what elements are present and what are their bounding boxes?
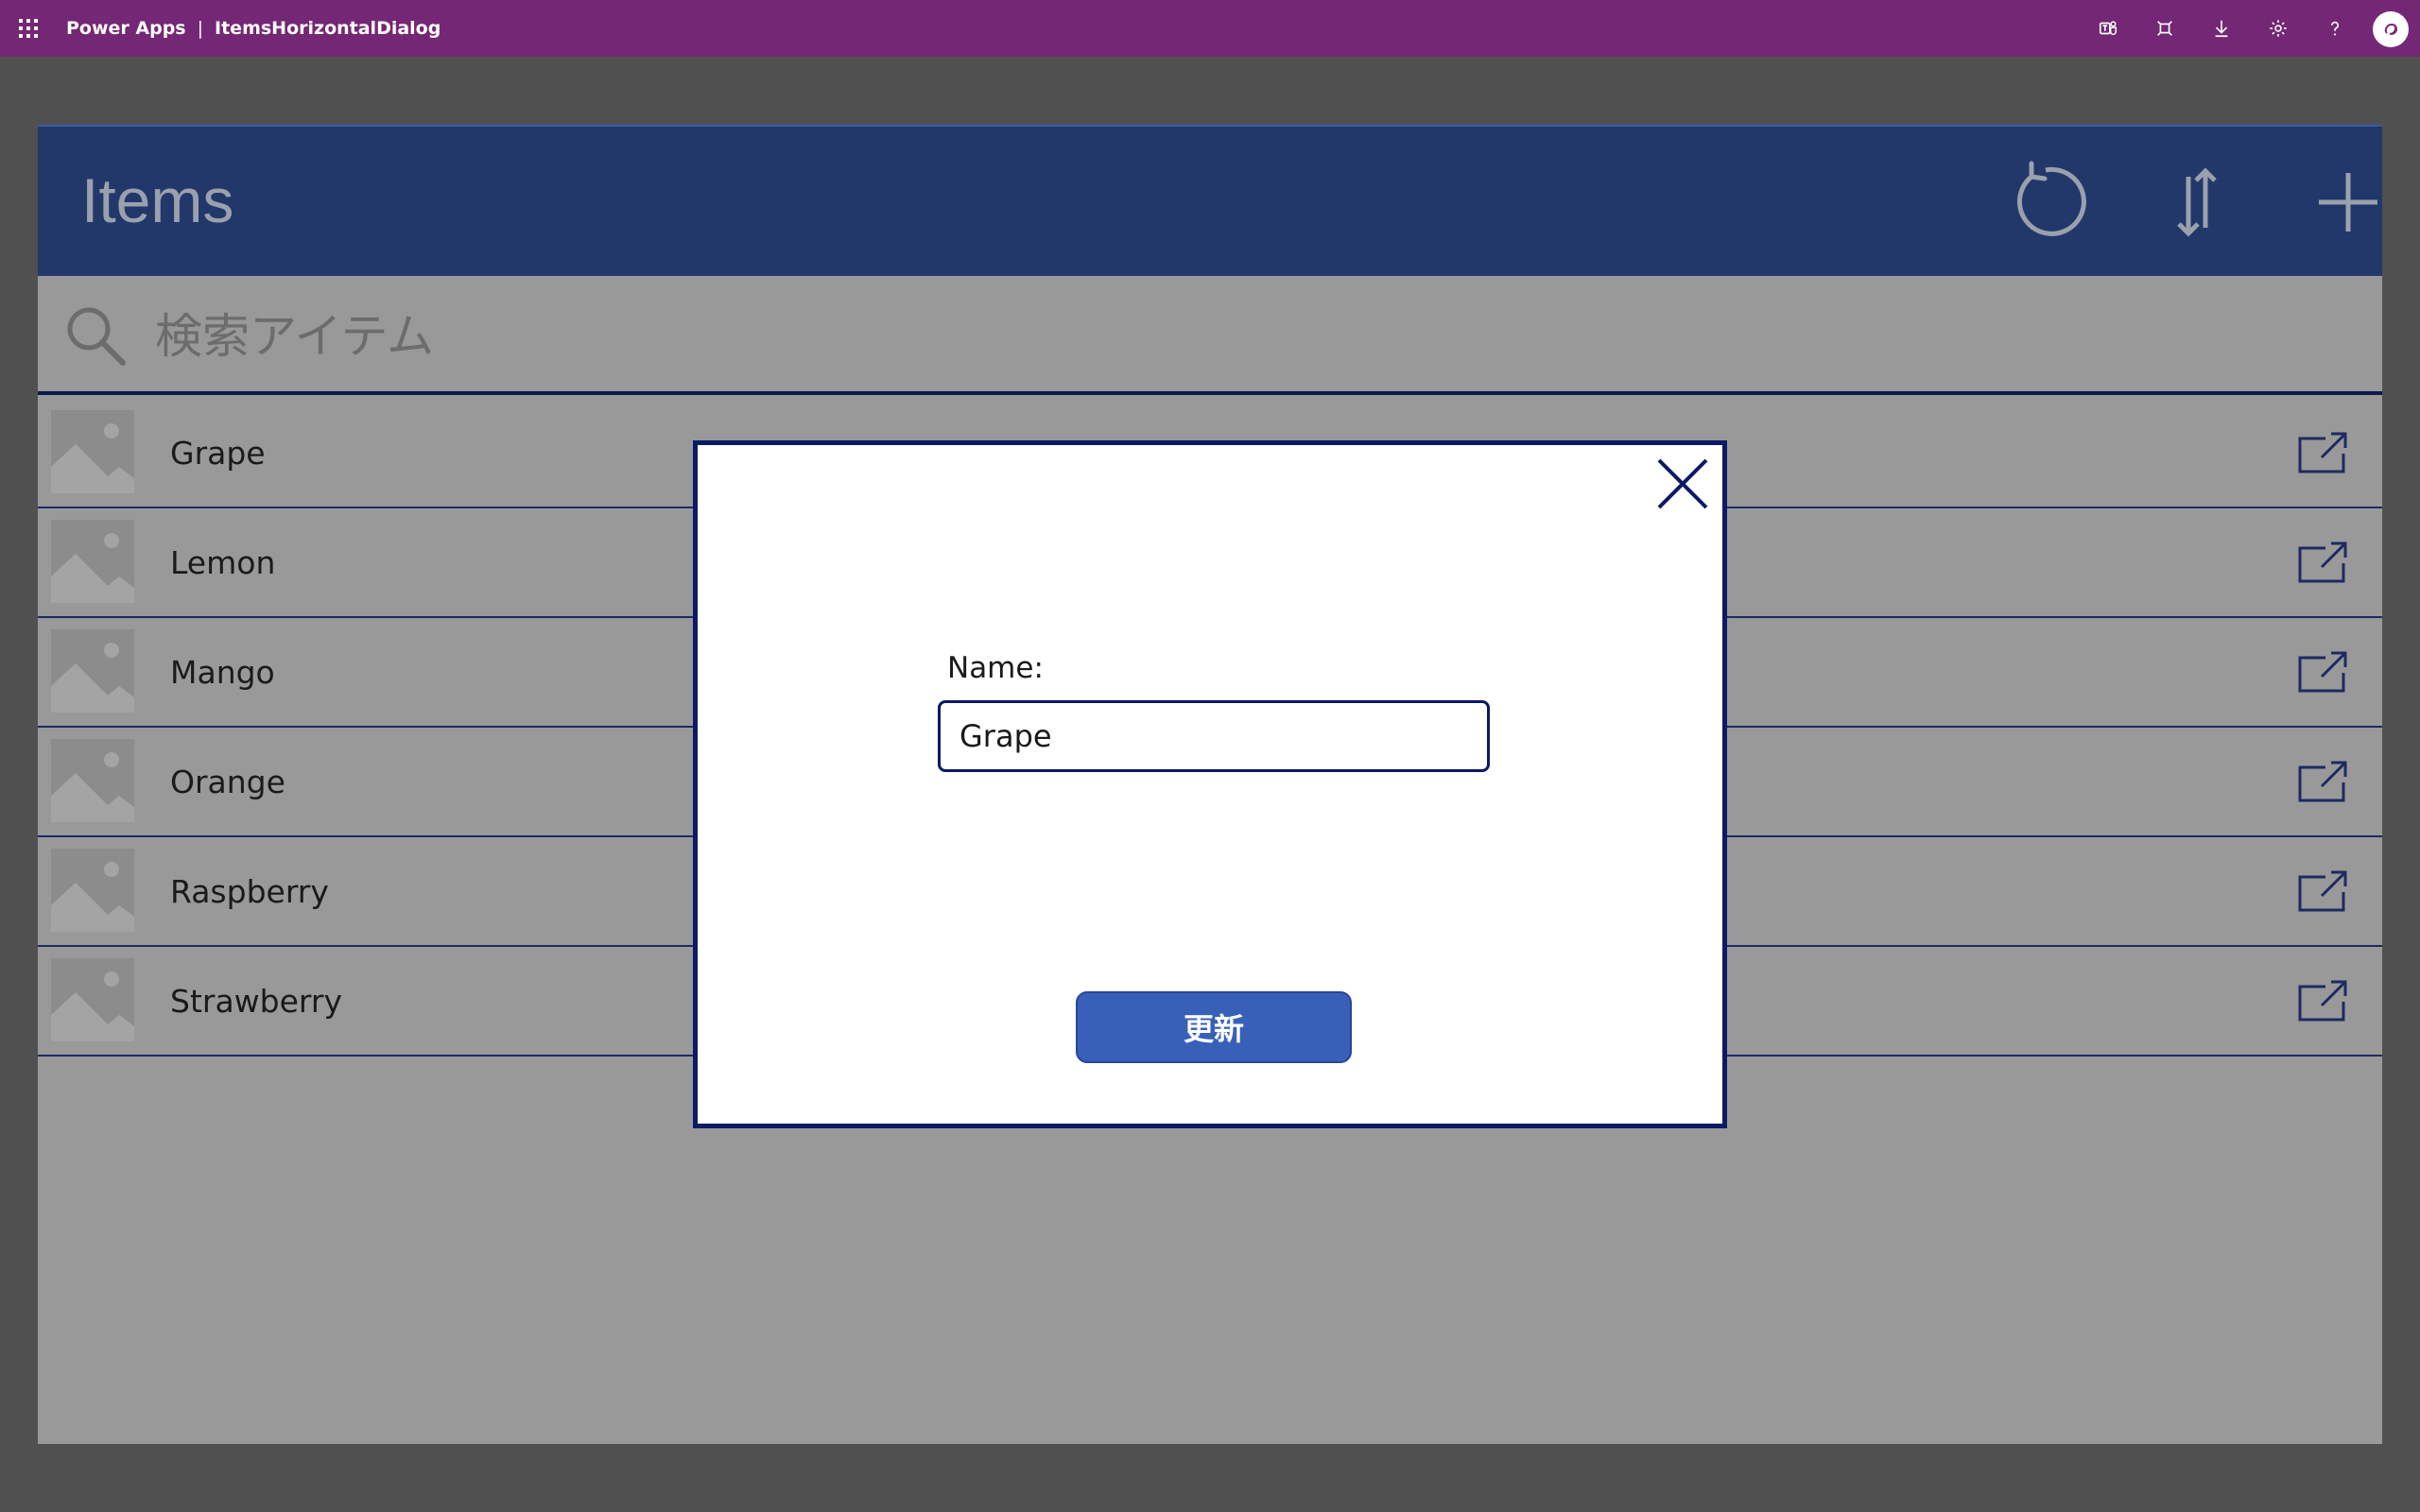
item-name: Mango [170, 653, 275, 691]
search-input[interactable] [155, 297, 2329, 376]
image-placeholder-icon [51, 629, 134, 713]
document-name: ItemsHorizontalDialog [215, 18, 441, 39]
items-header: Items [38, 125, 2382, 276]
open-item-icon[interactable] [2297, 869, 2348, 913]
sort-icon[interactable] [2152, 157, 2242, 248]
open-item-icon[interactable] [2297, 650, 2348, 694]
add-icon[interactable] [2303, 157, 2382, 248]
item-name: Orange [170, 763, 285, 800]
teams-icon[interactable] [2095, 15, 2121, 42]
suite-bar: Power Apps | ItemsHorizontalDialog [0, 0, 2420, 57]
refresh-icon[interactable] [2000, 157, 2091, 248]
download-icon[interactable] [2208, 15, 2235, 42]
app-title: Power Apps | ItemsHorizontalDialog [66, 0, 441, 57]
title-separator: | [197, 18, 204, 39]
item-name: Raspberry [170, 872, 329, 910]
close-icon[interactable] [1655, 456, 1710, 511]
help-icon[interactable] [2322, 15, 2348, 42]
edit-dialog: Name: 更新 [693, 440, 1727, 1128]
copilot-avatar-icon[interactable] [2373, 11, 2409, 47]
image-placeholder-icon [51, 958, 134, 1041]
image-placeholder-icon [51, 520, 134, 603]
update-button[interactable]: 更新 [1076, 991, 1352, 1063]
page-title: Items [81, 165, 234, 235]
app-name[interactable]: Power Apps [66, 18, 186, 39]
item-name: Strawberry [170, 982, 342, 1020]
search-icon [62, 302, 130, 370]
settings-icon[interactable] [2265, 15, 2291, 42]
item-name: Grape [170, 434, 266, 472]
fit-screen-icon[interactable] [2152, 15, 2178, 42]
open-item-icon[interactable] [2297, 431, 2348, 474]
waffle-icon[interactable] [17, 17, 40, 40]
search-bar [38, 276, 2382, 395]
image-placeholder-icon [51, 849, 134, 932]
image-placeholder-icon [51, 410, 134, 493]
open-item-icon[interactable] [2297, 979, 2348, 1022]
open-item-icon[interactable] [2297, 760, 2348, 803]
item-name: Lemon [170, 543, 276, 581]
name-label: Name: [947, 651, 1044, 685]
open-item-icon[interactable] [2297, 541, 2348, 584]
image-placeholder-icon [51, 739, 134, 822]
name-field[interactable] [938, 700, 1490, 772]
